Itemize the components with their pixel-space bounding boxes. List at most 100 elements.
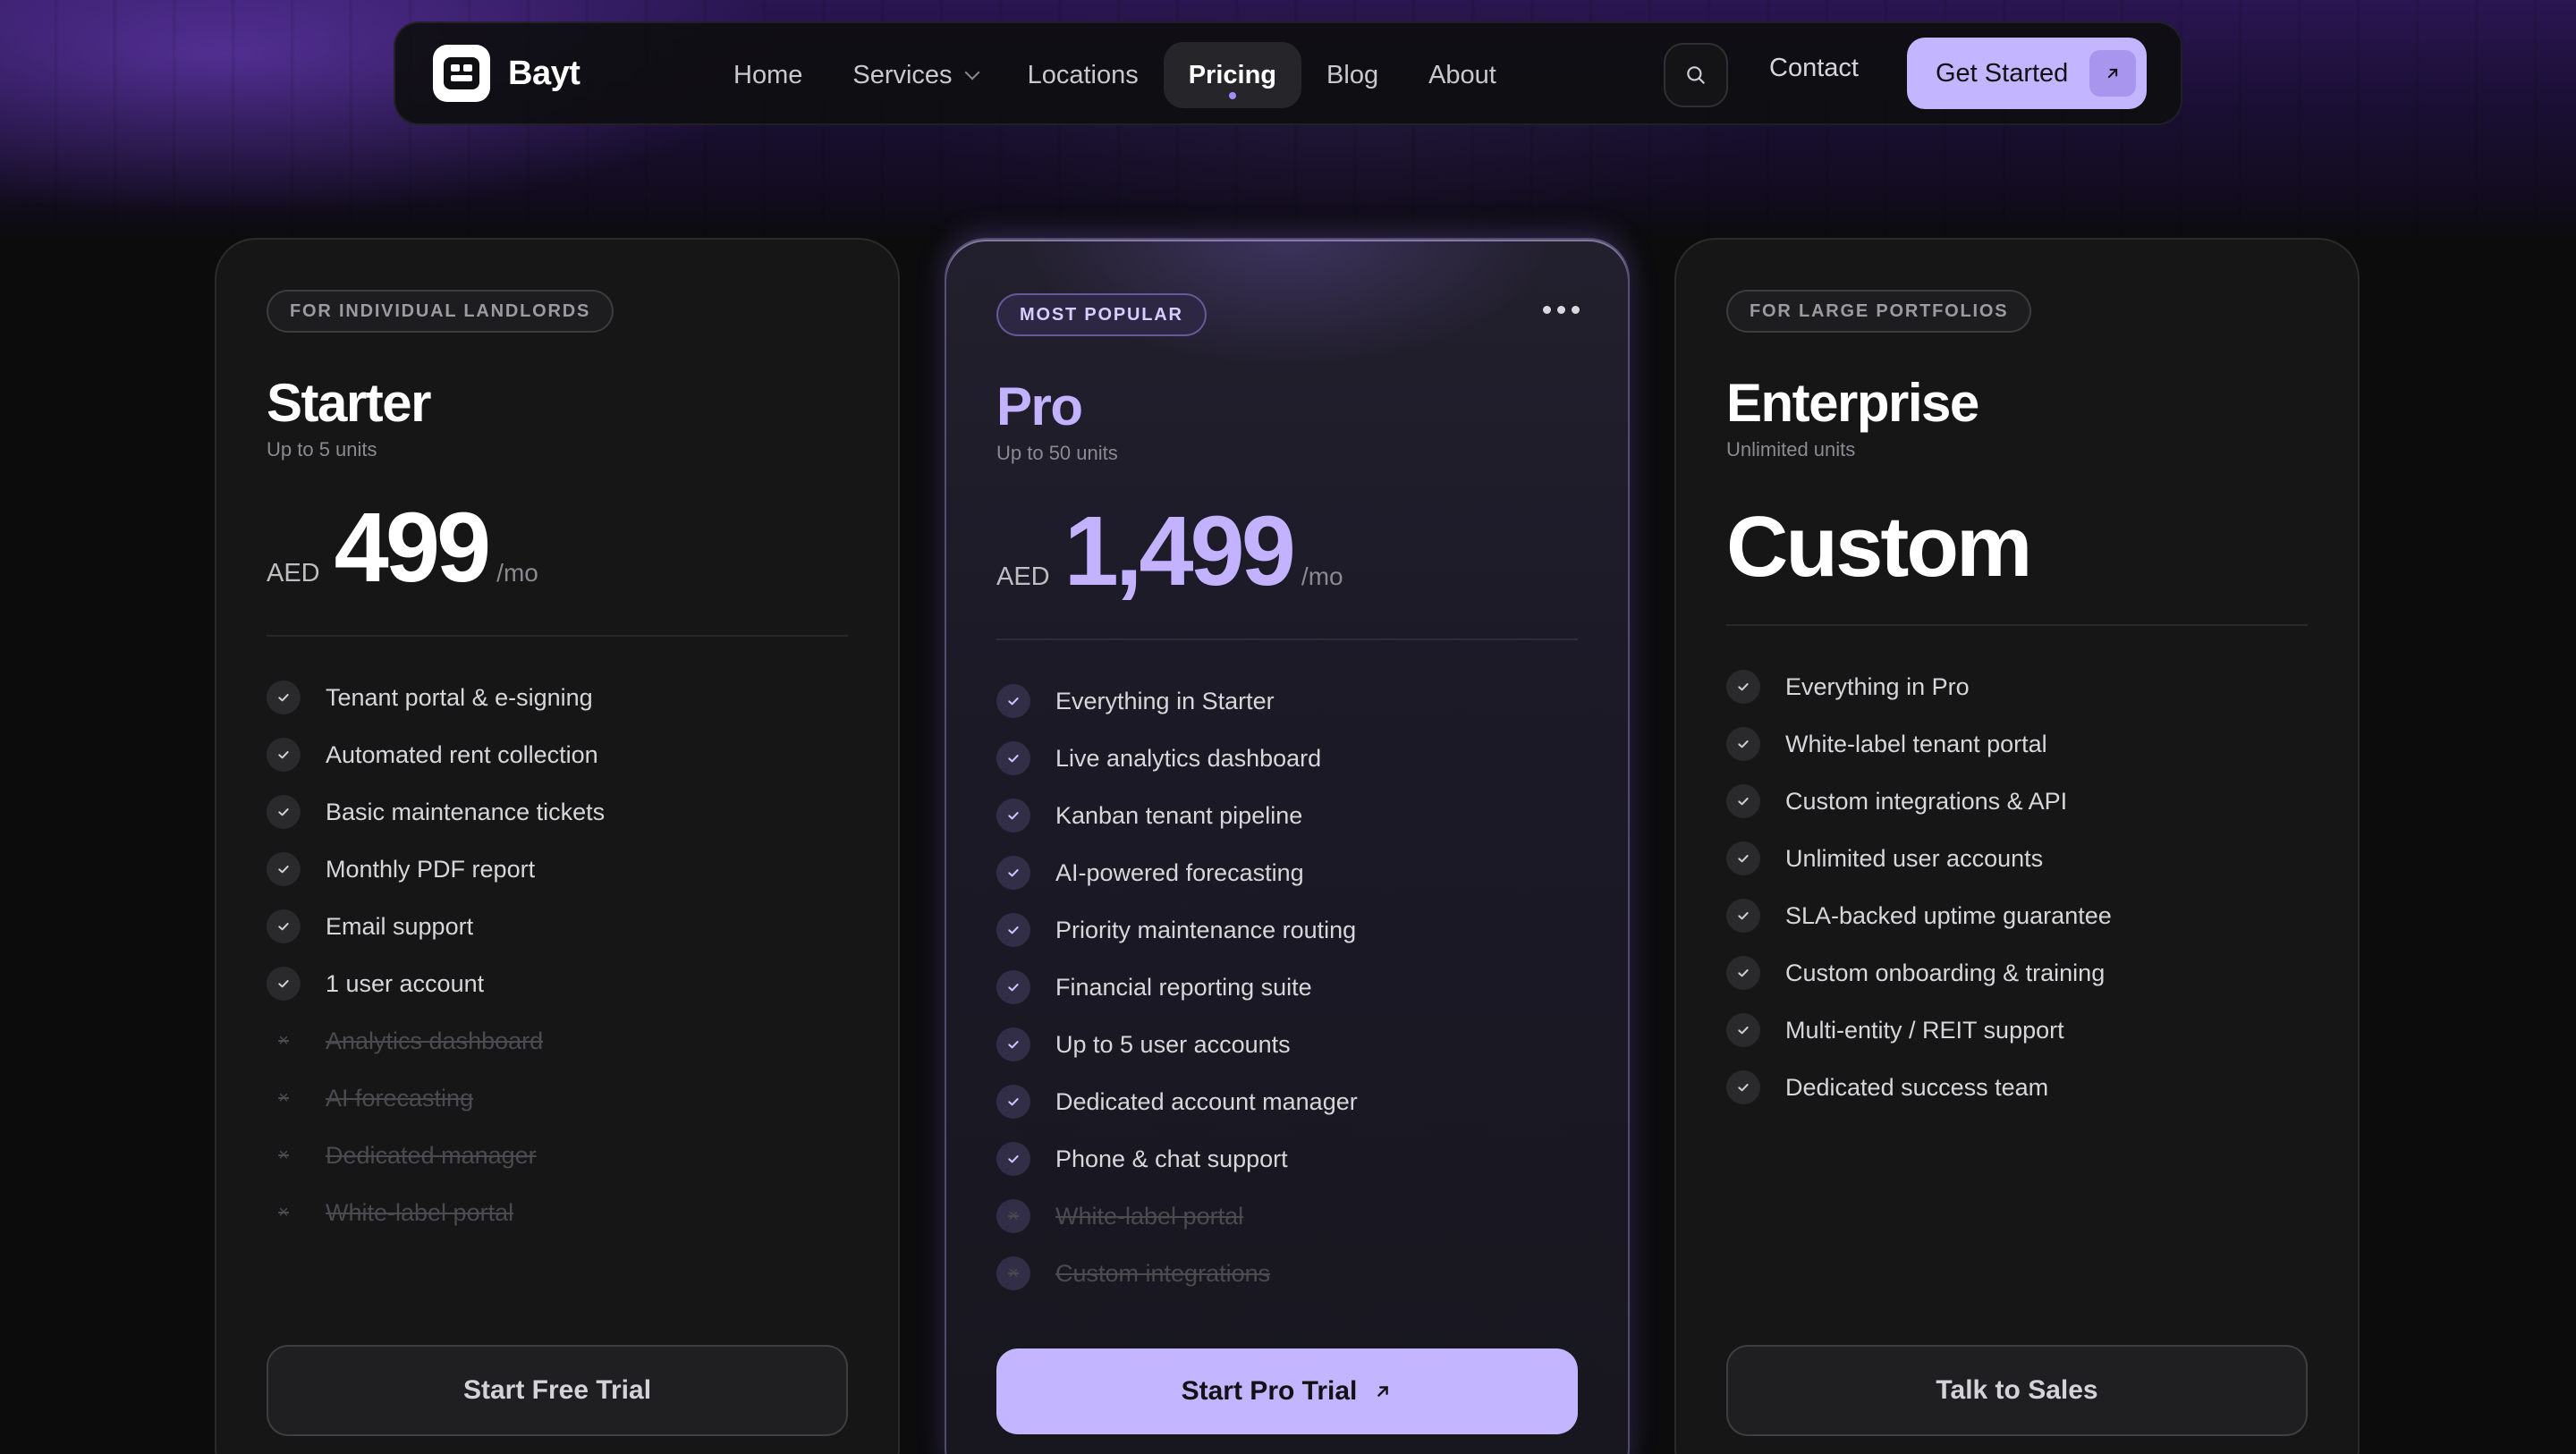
more-options-icon[interactable]: [1543, 306, 1580, 314]
feature-item: Tenant portal & e-signing: [267, 669, 862, 726]
feature-label: Phone & chat support: [1055, 1145, 1288, 1172]
x-icon: ×: [278, 1088, 289, 1108]
contact-link[interactable]: Contact: [1769, 54, 1859, 83]
check-icon: [1726, 1070, 1760, 1104]
feature-item: Priority maintenance routing: [996, 901, 1592, 959]
button-label: Start Pro Trial: [1181, 1376, 1358, 1406]
feature-item: Everything in Starter: [996, 672, 1592, 730]
plan-tag: FOR LARGE PORTFOLIOS: [1726, 290, 2032, 333]
feature-item: White-label tenant portal: [1726, 715, 2322, 773]
feature-label: Financial reporting suite: [1055, 973, 1312, 1001]
get-started-button[interactable]: Get Started: [1907, 38, 2147, 109]
x-icon: ×: [278, 1031, 289, 1051]
top-nav: Bayt Home Services Locations Pricing Blo…: [394, 21, 2182, 125]
button-label: Start Free Trial: [462, 1375, 652, 1405]
feature-label: Dedicated manager: [326, 1141, 537, 1169]
check-icon: [996, 799, 1030, 833]
feature-item: SLA-backed uptime guarantee: [1726, 887, 2322, 944]
check-icon: [1726, 727, 1760, 761]
brand-name: Bayt: [508, 54, 580, 92]
feature-item: 1 user account: [267, 955, 862, 1012]
feature-item: Multi-entity / REIT support: [1726, 1002, 2322, 1059]
nav-link-home[interactable]: Home: [708, 42, 827, 108]
start-free-trial-button[interactable]: Start Free Trial: [267, 1345, 848, 1436]
feature-label: Basic maintenance tickets: [326, 798, 606, 825]
feature-label: White-label tenant portal: [1785, 730, 2047, 757]
feature-item: Live analytics dashboard: [996, 730, 1592, 787]
feature-label: Everything in Starter: [1055, 687, 1275, 714]
feature-label: Monthly PDF report: [326, 855, 536, 883]
plan-card-enterprise: FOR LARGE PORTFOLIOS Enterprise Unlimite…: [1674, 238, 2360, 1454]
check-icon: [996, 970, 1030, 1004]
feature-item: Unlimited user accounts: [1726, 830, 2322, 887]
arrow-up-right-icon: [1377, 1386, 1389, 1397]
feature-label: Priority maintenance routing: [1055, 916, 1357, 943]
price-custom: Custom: [1726, 499, 2032, 595]
feature-label: White-label portal: [326, 1198, 514, 1226]
feature-item: × AI forecasting: [267, 1069, 862, 1127]
feature-item: Kanban tenant pipeline: [996, 787, 1592, 844]
check-icon: [996, 1085, 1030, 1119]
feature-label: Custom integrations: [1055, 1259, 1271, 1287]
feature-label: White-label portal: [1055, 1202, 1244, 1230]
feature-item: AI-powered forecasting: [996, 844, 1592, 901]
feature-item: Dedicated account manager: [996, 1073, 1592, 1130]
plan-units: Unlimited units: [1726, 438, 1856, 461]
feature-label: Dedicated success team: [1785, 1073, 2049, 1101]
feature-label: AI-powered forecasting: [1055, 858, 1304, 886]
price: AED 1,499 /mo: [996, 503, 1343, 601]
button-label: Talk to Sales: [1936, 1375, 2098, 1405]
plan-name: Pro: [996, 376, 1083, 436]
plan-card-starter: FOR INDIVIDUAL LANDLORDS Starter Up to 5…: [215, 238, 900, 1454]
nav-link-label: About: [1428, 60, 1496, 89]
x-icon: ×: [996, 1256, 1030, 1290]
feature-label: SLA-backed uptime guarantee: [1785, 901, 2112, 929]
feature-label: Unlimited user accounts: [1785, 844, 2044, 872]
feature-item: × Dedicated manager: [267, 1127, 862, 1184]
brand[interactable]: Bayt: [433, 45, 580, 102]
feature-label: Tenant portal & e-signing: [326, 683, 593, 711]
check-icon: [1726, 841, 1760, 875]
check-icon: [267, 681, 301, 714]
start-pro-trial-button[interactable]: Start Pro Trial: [996, 1348, 1578, 1434]
feature-label: Analytics dashboard: [326, 1027, 544, 1054]
check-icon: [1726, 1013, 1760, 1047]
arrow-up-right-icon: [2089, 50, 2136, 97]
nav-link-locations[interactable]: Locations: [1003, 42, 1164, 108]
check-icon: [996, 856, 1030, 890]
search-button[interactable]: [1664, 43, 1728, 107]
brand-logo-icon: [433, 45, 490, 102]
talk-to-sales-button[interactable]: Talk to Sales: [1726, 1345, 2308, 1436]
feature-item: Everything in Pro: [1726, 658, 2322, 715]
nav-link-blog[interactable]: Blog: [1301, 42, 1403, 108]
check-icon: [267, 852, 301, 886]
plan-units: Up to 50 units: [996, 442, 1118, 464]
price-currency: AED: [267, 559, 320, 588]
feature-label: Everything in Pro: [1785, 672, 1970, 700]
feature-item: Automated rent collection: [267, 726, 862, 783]
nav-link-services[interactable]: Services: [827, 42, 1002, 108]
check-icon: [996, 1027, 1030, 1061]
check-icon: [267, 795, 301, 829]
feature-item: × White-label portal: [267, 1184, 862, 1241]
nav-link-about[interactable]: About: [1403, 42, 1521, 108]
x-icon: ×: [996, 1199, 1030, 1233]
nav-link-pricing[interactable]: Pricing: [1163, 42, 1302, 108]
search-icon: [1687, 66, 1705, 84]
nav-link-label: Pricing: [1188, 60, 1277, 89]
feature-item: Custom integrations & API: [1726, 773, 2322, 830]
pricing-page: Bayt Home Services Locations Pricing Blo…: [0, 0, 2576, 1454]
plan-name: Enterprise: [1726, 373, 1979, 433]
feature-item: Custom onboarding & training: [1726, 944, 2322, 1002]
divider: [267, 635, 848, 637]
price-currency: AED: [996, 562, 1050, 591]
nav-link-label: Locations: [1027, 60, 1139, 89]
check-icon: [1726, 784, 1760, 818]
feature-label: Live analytics dashboard: [1055, 744, 1322, 772]
plan-tag: FOR INDIVIDUAL LANDLORDS: [267, 290, 614, 333]
feature-item: Dedicated success team: [1726, 1059, 2322, 1116]
feature-label: Multi-entity / REIT support: [1785, 1016, 2064, 1044]
feature-item: × Analytics dashboard: [267, 1012, 862, 1069]
feature-item: Email support: [267, 898, 862, 955]
feature-list: Everything in Starter Live analytics dash…: [996, 672, 1592, 1302]
